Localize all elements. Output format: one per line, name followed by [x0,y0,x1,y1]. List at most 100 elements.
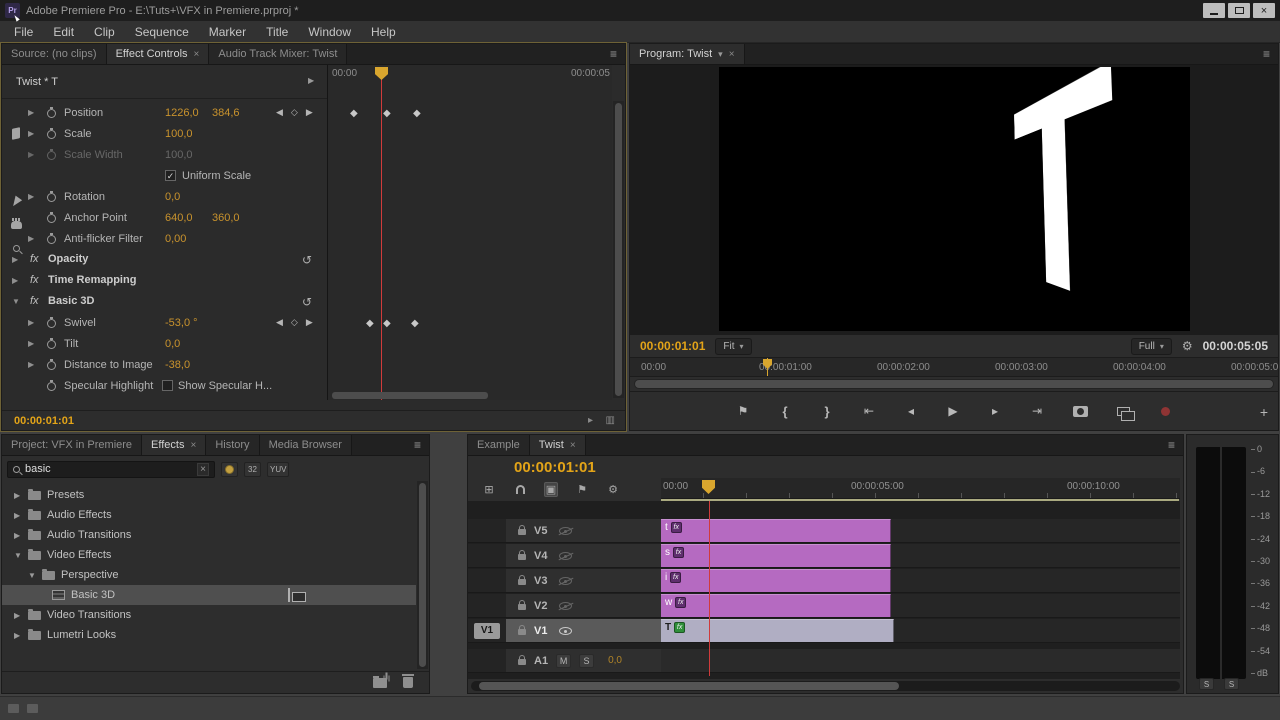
panel-menu-icon[interactable]: ≡ [602,44,625,64]
ec-timecode[interactable]: 00:00:01:01 [14,415,74,427]
tab-effects[interactable]: Effects × [142,435,207,455]
close-tab-icon[interactable]: × [190,440,196,451]
play-button[interactable]: ▶ [947,404,960,418]
tab-twist[interactable]: Twist × [529,435,586,455]
stopwatch-icon[interactable] [47,359,56,370]
stopwatch-icon[interactable] [47,233,56,244]
audio-track-content[interactable] [661,649,1180,673]
menu-marker[interactable]: Marker [199,25,256,39]
mark-out-button[interactable]: } [821,404,834,419]
next-keyframe-icon[interactable]: ▶ [306,317,313,328]
tab-program[interactable]: Program: Twist ▾ × [630,44,745,64]
menu-edit[interactable]: Edit [43,25,84,39]
twirl-icon[interactable]: ▶ [28,360,34,369]
accelerated-effects-badge[interactable] [221,461,238,477]
program-ruler[interactable]: 00:00 00:00:01:00 00:00:02:00 00:00:03:0… [630,357,1278,377]
export-frame-button[interactable] [1072,405,1088,417]
track-name[interactable]: V4 [534,550,547,562]
uniform-scale-checkbox[interactable]: ✓ [165,170,176,181]
value[interactable]: 0,0 [165,338,180,350]
twirl-icon[interactable]: ▼ [14,551,22,560]
lock-icon[interactable] [518,550,526,560]
clip[interactable]: T fx [661,619,894,642]
clip[interactable]: w fx [661,594,891,617]
lock-icon[interactable] [518,600,526,610]
tree-item-audio-transitions[interactable]: ▶ Audio Transitions [2,525,416,545]
program-timecode[interactable]: 00:00:01:01 [640,339,705,353]
menu-clip[interactable]: Clip [84,25,125,39]
track-content[interactable]: t fx [661,519,1180,543]
panel-menu-icon[interactable]: ≡ [406,435,429,455]
track-name[interactable]: V3 [534,575,547,587]
lock-icon[interactable] [518,525,526,535]
tab-dropdown-icon[interactable]: ▾ [718,49,723,60]
v-scrollbar[interactable] [417,481,428,669]
track-content[interactable]: T fx [661,619,1180,643]
show-specular-checkbox[interactable] [162,380,173,391]
tree-item-video-effects[interactable]: ▼ Video Effects [2,545,416,565]
value[interactable]: 384,6 [212,107,240,119]
toggle-timeline-view-icon[interactable]: ▶ [308,76,314,85]
solo-button[interactable]: S [579,653,595,668]
source-patch[interactable] [468,544,506,568]
twirl-icon[interactable]: ▶ [28,108,34,117]
step-back-button[interactable]: ◂ [905,404,918,418]
stopwatch-icon[interactable] [47,317,56,328]
close-tab-icon[interactable]: × [729,49,735,60]
tree-item-video-transitions[interactable]: ▶ Video Transitions [2,605,416,625]
scroll-thumb[interactable] [615,103,622,396]
close-tab-icon[interactable]: × [194,49,200,60]
add-keyframe-icon[interactable]: ◇ [291,317,298,328]
twirl-icon[interactable]: ▶ [28,192,34,201]
tab-history[interactable]: History [206,435,260,455]
menu-file[interactable]: File [4,25,43,39]
clip[interactable]: s fx [661,544,891,567]
twirl-icon[interactable]: ▶ [28,318,34,327]
track-name[interactable]: V1 [534,625,547,637]
twirl-icon[interactable]: ▶ [28,150,34,159]
stopwatch-icon[interactable] [47,149,56,160]
add-keyframe-icon[interactable]: ◇ [291,107,298,118]
keyframe-icon[interactable]: ◆ [350,108,358,119]
clip[interactable]: t fx [661,519,891,542]
value[interactable]: -38,0 [165,359,190,371]
zoom-level-select[interactable]: Fit ▾ [715,337,752,355]
solo-left-button[interactable]: S [1199,678,1214,690]
tree-item-basic-3d[interactable]: Basic 3D [2,585,416,605]
twirl-icon[interactable]: ▶ [12,276,18,285]
stopwatch-icon[interactable] [47,338,56,349]
twirl-icon[interactable]: ▶ [28,339,34,348]
clip[interactable]: i fx [661,569,891,592]
value[interactable]: 0,00 [165,233,186,245]
playhead[interactable] [375,67,388,80]
value[interactable]: -53,0 ° [165,317,198,329]
maximize-button[interactable] [1228,3,1250,18]
value[interactable]: 100,0 [165,128,193,140]
timeline-timecode[interactable]: 00:00:01:01 [514,459,596,476]
tree-item-perspective[interactable]: ▼ Perspective [2,565,416,585]
value[interactable]: 100,0 [165,149,193,161]
h-scrollbar[interactable] [479,682,899,690]
status-icon-b[interactable] [27,704,38,713]
ec-mini-timeline[interactable]: 00:00 00:00:05 ◆ ◆ ◆ ◆ ◆ ◆ [327,65,612,400]
playback-resolution-select[interactable]: Full ▾ [1130,337,1172,355]
source-patch[interactable] [468,569,506,593]
insert-overwrite-icon[interactable]: ⊞ [482,482,496,497]
timeline-ruler[interactable]: 00:00 00:00:05:00 00:00:10:00 [661,478,1180,499]
h-scrollbar[interactable] [332,392,489,399]
search-input[interactable] [25,463,193,475]
search-box[interactable]: × [7,460,215,478]
twirl-icon[interactable]: ▶ [14,491,22,500]
track-content[interactable]: i fx [661,569,1180,593]
tree-item-audio-effects[interactable]: ▶ Audio Effects [2,505,416,525]
stopwatch-icon[interactable] [47,212,56,223]
menu-title[interactable]: Title [256,25,298,39]
tab-audio-track-mixer[interactable]: Audio Track Mixer: Twist [209,44,348,64]
twirl-icon[interactable]: ▶ [28,129,34,138]
value[interactable]: 640,0 [165,212,193,224]
zoom-scrollbar[interactable] [635,380,1273,388]
solo-right-button[interactable]: S [1224,678,1239,690]
eye-icon[interactable] [559,526,573,535]
keyframe-icon[interactable]: ◆ [413,108,421,119]
close-tab-icon[interactable]: × [570,440,576,451]
